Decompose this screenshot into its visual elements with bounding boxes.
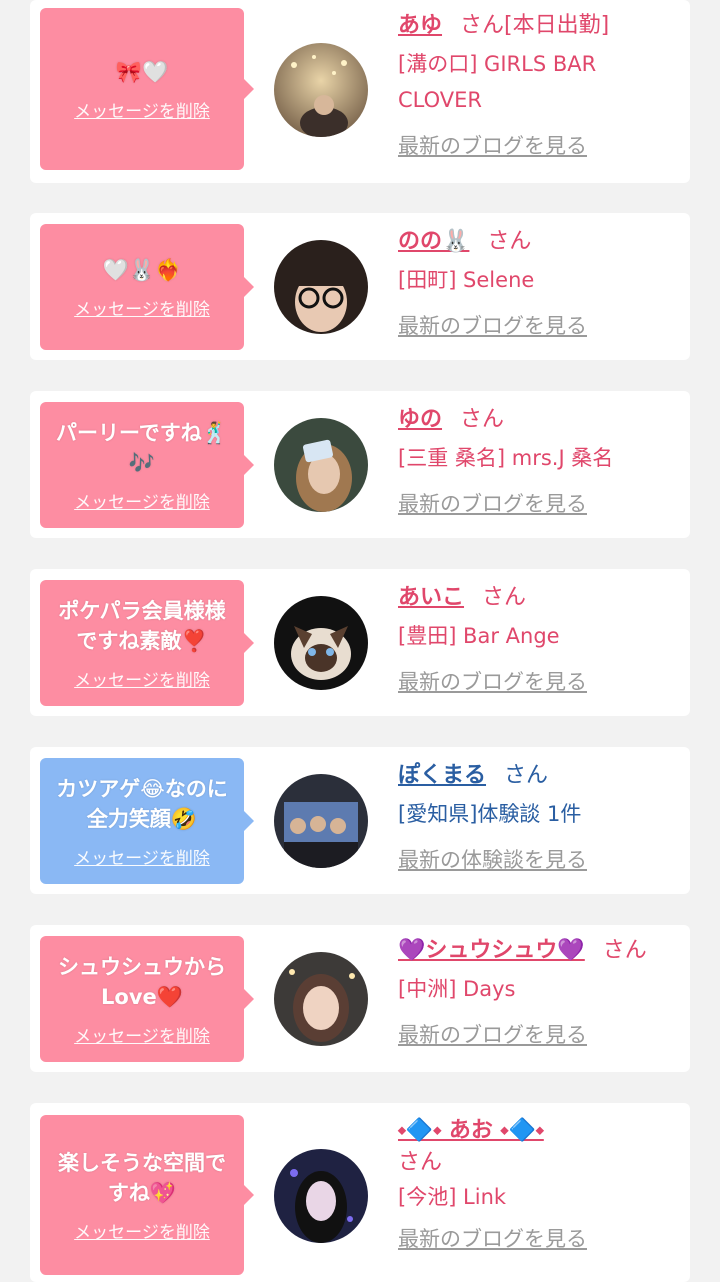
list-item: カツアゲ😂なのに全力笑顔🤣 メッセージを削除 ぽくまる さん [愛知県]体験談 1… — [30, 747, 690, 894]
message-text: 楽しそうな空間ですね💖 — [58, 1150, 226, 1205]
message-bubble: 楽しそうな空間ですね💖 メッセージを削除 — [40, 1115, 254, 1275]
honorific-text: さん — [504, 763, 549, 788]
delete-message-link[interactable]: メッセージを削除 — [74, 97, 210, 122]
avatar[interactable] — [274, 240, 368, 334]
message-text: 🎀🤍 — [115, 59, 169, 84]
list-item: 楽しそうな空間ですね💖 メッセージを削除 ⬩🔷⬩ あお ⬩🔷⬩ さん [今池] … — [30, 1103, 690, 1282]
delete-message-link[interactable]: メッセージを削除 — [74, 1218, 210, 1243]
avatar[interactable] — [274, 1149, 368, 1243]
latest-blog-link[interactable]: 最新のブログを見る — [398, 666, 587, 696]
honorific-text: さん[本日出勤] — [460, 13, 610, 38]
avatar[interactable] — [274, 774, 368, 868]
user-name-link[interactable]: あゆ — [398, 13, 442, 38]
latest-blog-link[interactable]: 最新のブログを見る — [398, 1019, 587, 1049]
user-name-link[interactable]: あいこ — [398, 585, 464, 610]
review-count[interactable]: [愛知県]体験談 1件 — [398, 796, 684, 832]
delete-message-link[interactable]: メッセージを削除 — [74, 488, 210, 513]
user-name-link[interactable]: ぽくまる — [398, 763, 486, 788]
list-item: ポケパラ会員様様ですね素敵❣️ メッセージを削除 あいこ さん [豊田] Bar … — [30, 569, 690, 716]
message-text: カツアゲ😂なのに全力笑顔🤣 — [56, 776, 228, 831]
user-name-link[interactable]: 💜シュウシュウ💜 — [398, 938, 585, 963]
delete-message-link[interactable]: メッセージを削除 — [74, 295, 210, 320]
message-bubble: 🤍🐰❤️‍🔥 メッセージを削除 — [40, 224, 254, 350]
avatar[interactable] — [274, 418, 368, 512]
delete-message-link[interactable]: メッセージを削除 — [74, 844, 210, 869]
latest-blog-link[interactable]: 最新のブログを見る — [398, 488, 587, 518]
honorific-text: さん — [482, 585, 527, 610]
message-bubble: パーリーですね🕺🎶 メッセージを削除 — [40, 402, 254, 528]
list-item: 🎀🤍 メッセージを削除 あゆ さん[本日出勤] [溝の口] GIRLS BAR C… — [30, 0, 690, 183]
user-name-link[interactable]: ゆの — [398, 407, 442, 432]
message-bubble: 🎀🤍 メッセージを削除 — [40, 8, 254, 170]
avatar[interactable] — [274, 596, 368, 690]
latest-review-link[interactable]: 最新の体験談を見る — [398, 844, 587, 874]
message-list: 🎀🤍 メッセージを削除 あゆ さん[本日出勤] [溝の口] GIRLS BAR C… — [0, 0, 720, 1282]
honorific-text: さん — [602, 938, 647, 963]
message-text: シュウシュウからLove❤️ — [58, 954, 226, 1009]
delete-message-link[interactable]: メッセージを削除 — [74, 666, 210, 691]
latest-blog-link[interactable]: 最新のブログを見る — [398, 1223, 587, 1253]
avatar[interactable] — [274, 43, 368, 137]
message-text: 🤍🐰❤️‍🔥 — [102, 257, 182, 282]
message-bubble: シュウシュウからLove❤️ メッセージを削除 — [40, 936, 254, 1062]
user-name-link[interactable]: のの🐰 — [398, 229, 469, 254]
shop-name[interactable]: [中洲] Days — [398, 971, 684, 1007]
list-item: パーリーですね🕺🎶 メッセージを削除 ゆの さん [三重 桑名] mrs.J 桑名… — [30, 391, 690, 538]
honorific-text: さん — [460, 407, 505, 432]
shop-name[interactable]: [溝の口] GIRLS BAR CLOVER — [398, 46, 684, 118]
list-item: シュウシュウからLove❤️ メッセージを削除 💜シュウシュウ💜 さん [中洲] … — [30, 925, 690, 1072]
list-item: 🤍🐰❤️‍🔥 メッセージを削除 のの🐰 さん [田町] Selene 最新のブログ… — [30, 213, 690, 360]
shop-name[interactable]: [三重 桑名] mrs.J 桑名 — [398, 440, 684, 476]
honorific-text: さん — [487, 229, 532, 254]
user-name-link[interactable]: ⬩🔷⬩ あお ⬩🔷⬩ — [398, 1118, 544, 1143]
shop-name[interactable]: [豊田] Bar Ange — [398, 618, 684, 654]
shop-name[interactable]: [田町] Selene — [398, 262, 684, 298]
message-bubble: ポケパラ会員様様ですね素敵❣️ メッセージを削除 — [40, 580, 254, 706]
honorific-text: さん — [398, 1150, 443, 1175]
shop-name[interactable]: [今池] Link — [398, 1179, 684, 1215]
avatar[interactable] — [274, 952, 368, 1046]
message-bubble: カツアゲ😂なのに全力笑顔🤣 メッセージを削除 — [40, 758, 254, 884]
delete-message-link[interactable]: メッセージを削除 — [74, 1022, 210, 1047]
latest-blog-link[interactable]: 最新のブログを見る — [398, 310, 587, 340]
message-text: パーリーですね🕺🎶 — [56, 420, 228, 475]
latest-blog-link[interactable]: 最新のブログを見る — [398, 130, 587, 160]
message-text: ポケパラ会員様様ですね素敵❣️ — [58, 598, 226, 653]
